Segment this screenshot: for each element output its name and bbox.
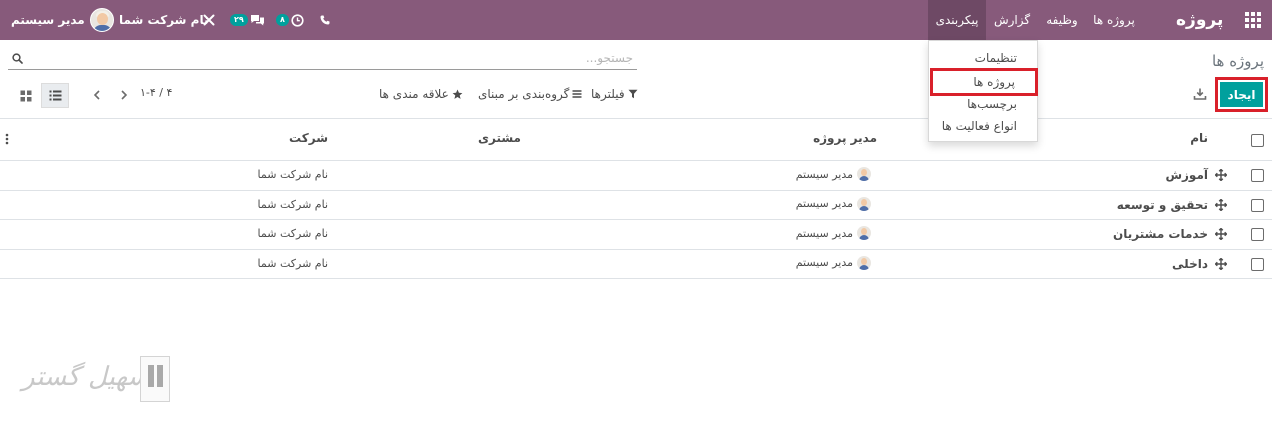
clock-icon <box>291 13 304 27</box>
row-checkbox[interactable] <box>1251 228 1264 241</box>
project-name: خدمات مشتریان <box>1112 227 1208 241</box>
kanban-view-button[interactable] <box>12 83 40 108</box>
row-checkbox[interactable] <box>1251 169 1264 182</box>
company-switcher[interactable]: نام شرکت شما <box>119 0 208 40</box>
project-name: تحقیق و توسعه <box>1116 197 1208 212</box>
dropdown-item-tags[interactable]: برچسب‌ها <box>929 93 1037 115</box>
app-brand[interactable]: پروژه <box>1176 0 1223 40</box>
groupby-button[interactable]: گروه‌بندی بر مبنای <box>478 85 582 103</box>
search-bar <box>8 48 637 70</box>
table-row[interactable]: خدمات مشتریان مدیر سیستم نام شرکت شما <box>0 220 1272 250</box>
drag-handle-icon[interactable] <box>1215 198 1227 211</box>
project-manager: مدیر سیستم <box>796 167 871 181</box>
dropdown-item-activity-types[interactable]: انواع فعالیت ها <box>929 115 1037 137</box>
activities-menu[interactable]: ۸ <box>276 0 304 40</box>
create-button[interactable]: ایجاد <box>1220 82 1263 107</box>
activities-badge: ۸ <box>276 14 289 26</box>
table-row[interactable]: آموزش مدیر سیستم نام شرکت شما <box>0 161 1272 191</box>
manager-name: مدیر سیستم <box>795 256 853 269</box>
user-avatar <box>89 8 114 32</box>
menu-tasks[interactable]: وظیفه <box>1040 0 1084 40</box>
manager-avatar <box>857 226 871 240</box>
dropdown-item-projects[interactable]: پروژه ها <box>930 68 1038 96</box>
kanban-view-icon <box>20 90 32 101</box>
project-company: نام شرکت شما <box>257 227 328 240</box>
row-checkbox[interactable] <box>1251 198 1264 212</box>
table-row[interactable]: تحقیق و توسعه مدیر سیستم نام شرکت شما <box>0 191 1272 220</box>
column-header-manager[interactable]: مدیر پروژه <box>813 131 877 145</box>
column-header-name[interactable]: نام <box>1190 131 1208 145</box>
messages-menu[interactable]: ۲۹ <box>230 0 265 40</box>
manager-name: مدیر سیستم <box>795 226 853 240</box>
download-icon[interactable] <box>1193 87 1207 101</box>
table-header: نام مدیر پروژه مشتری شرکت <box>0 118 1272 161</box>
search-icon[interactable] <box>12 53 23 64</box>
table-row[interactable]: داخلی مدیر سیستم نام شرکت شما <box>0 250 1272 279</box>
project-company: نام شرکت شما <box>257 256 328 270</box>
project-company: نام شرکت شما <box>257 197 328 211</box>
watermark-logo <box>140 356 170 402</box>
pager-next-icon[interactable] <box>118 88 130 102</box>
apps-menu-icon[interactable] <box>1243 0 1263 40</box>
menu-configuration[interactable]: پیکربندی <box>928 0 986 40</box>
column-header-company[interactable]: شرکت <box>289 131 328 145</box>
chat-icon <box>250 15 264 26</box>
top-navbar: پروژه پروژه ها وظیفه گزارش پیکربندی ۸ ۲۹… <box>0 0 1272 40</box>
project-name: آموزش <box>1165 168 1208 182</box>
watermark: تسهیل گستر <box>22 356 172 406</box>
star-icon <box>452 89 463 99</box>
page-title: پروژه ها <box>1211 52 1264 70</box>
project-name: داخلی <box>1172 256 1208 271</box>
project-manager: مدیر سیستم <box>795 196 871 211</box>
list-icon <box>572 90 582 98</box>
drag-handle-icon[interactable] <box>1215 257 1227 270</box>
user-menu[interactable]: مدیر سیستم <box>11 0 114 40</box>
search-input[interactable] <box>28 48 633 68</box>
optional-columns-icon[interactable] <box>5 133 9 145</box>
project-manager: مدیر سیستم <box>795 255 871 270</box>
groupby-label: گروه‌بندی بر مبنای <box>478 87 570 101</box>
manager-name: مدیر سیستم <box>795 197 853 210</box>
drag-handle-icon[interactable] <box>1215 228 1227 240</box>
project-manager: مدیر سیستم <box>796 226 871 240</box>
phone-icon[interactable] <box>320 0 330 40</box>
configuration-dropdown: تنظیمات پروژه ها برچسب‌ها انواع فعالیت ه… <box>928 40 1038 142</box>
filter-icon <box>628 89 638 99</box>
select-all-checkbox[interactable] <box>1251 134 1264 147</box>
favorites-label: علاقه مندی ها <box>379 87 449 101</box>
row-checkbox[interactable] <box>1251 257 1264 271</box>
list-view-button[interactable] <box>41 83 69 108</box>
list-view-icon <box>49 90 61 101</box>
manager-avatar <box>857 167 871 181</box>
user-name: مدیر سیستم <box>11 13 85 27</box>
manager-avatar <box>857 196 871 211</box>
filters-label: فیلترها <box>591 87 625 101</box>
pager-value[interactable]: ۱-۴ / ۴ <box>140 86 172 99</box>
dropdown-item-settings[interactable]: تنظیمات <box>929 47 1037 69</box>
column-header-customer[interactable]: مشتری <box>478 131 521 145</box>
menu-reporting[interactable]: گزارش <box>988 0 1036 40</box>
favorites-button[interactable]: علاقه مندی ها <box>379 85 463 103</box>
watermark-text: تسهیل گستر <box>22 362 158 392</box>
create-button-highlight: ایجاد <box>1215 77 1268 112</box>
manager-avatar <box>857 255 871 270</box>
drag-handle-icon[interactable] <box>1215 169 1227 181</box>
pager-previous-icon[interactable] <box>91 88 103 102</box>
project-company: نام شرکت شما <box>257 168 328 181</box>
menu-projects[interactable]: پروژه ها <box>1086 0 1142 40</box>
messages-badge: ۲۹ <box>230 14 248 26</box>
filters-button[interactable]: فیلترها <box>591 85 638 103</box>
manager-name: مدیر سیستم <box>795 167 853 181</box>
